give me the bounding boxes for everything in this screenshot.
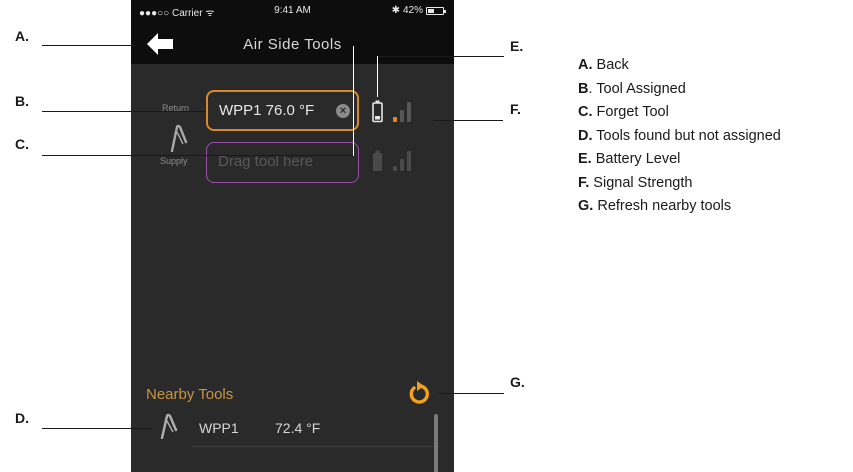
legend-item-tools-found: D. Tools found but not assigned bbox=[578, 127, 781, 144]
page-title: Air Side Tools bbox=[243, 36, 342, 53]
scrollbar[interactable] bbox=[434, 414, 438, 472]
callout-a: A. bbox=[15, 28, 29, 44]
signal-strength-icon-supply bbox=[393, 151, 411, 171]
nearby-tools-heading: Nearby Tools bbox=[146, 386, 234, 403]
callout-line-e bbox=[378, 56, 504, 58]
status-battery-icon bbox=[426, 6, 446, 15]
battery-icon-supply bbox=[373, 150, 382, 171]
supply-tool-icon bbox=[168, 124, 188, 157]
nearby-tool-row[interactable]: WPP1 72.4 °F bbox=[191, 410, 439, 447]
callout-line-e-vertical bbox=[377, 56, 379, 97]
assigned-tool-text: WPP1 76.0 °F bbox=[219, 102, 315, 119]
callout-line-c bbox=[42, 155, 354, 157]
nearby-tool-value: 72.4 °F bbox=[275, 420, 321, 436]
battery-icon-return bbox=[372, 100, 383, 123]
supply-label: Supply bbox=[160, 156, 188, 166]
callout-line-f bbox=[433, 120, 503, 122]
signal-strength-icon-return bbox=[393, 102, 411, 122]
battery-percent: 42% bbox=[402, 5, 423, 16]
nearby-tool-name: WPP1 bbox=[199, 420, 239, 436]
legend: A. Back B. Tool Assigned C. Forget Tool … bbox=[578, 57, 781, 222]
callout-e: E. bbox=[510, 38, 524, 54]
return-tool-slot[interactable]: WPP1 76.0 °F × bbox=[206, 90, 359, 131]
bluetooth-icon: ✱ bbox=[391, 5, 400, 16]
callout-line-d bbox=[42, 428, 152, 430]
legend-item-forget-tool: C. Forget Tool bbox=[578, 104, 669, 120]
probe-tool-icon[interactable] bbox=[158, 413, 178, 444]
legend-item-back: A. Back bbox=[578, 57, 629, 73]
legend-item-tool-assigned: B. Tool Assigned bbox=[578, 80, 686, 97]
legend-item-signal-strength: F. Signal Strength bbox=[578, 174, 693, 191]
callout-line-g bbox=[438, 393, 504, 395]
callout-b: B. bbox=[15, 93, 29, 109]
legend-item-refresh: G. Refresh nearby tools bbox=[578, 198, 732, 214]
callout-d: D. bbox=[15, 410, 29, 426]
callout-line-a bbox=[42, 45, 137, 47]
nav-bar: Air Side Tools bbox=[131, 22, 454, 64]
refresh-icon[interactable] bbox=[408, 381, 430, 405]
callout-line-b bbox=[42, 111, 206, 113]
phone-screen: ●●●○○ Carrier ᯤ 9:41 AM ✱ 42% Air Side T… bbox=[131, 0, 454, 472]
status-bar: ●●●○○ Carrier ᯤ 9:41 AM ✱ 42% bbox=[131, 0, 454, 22]
callout-line-c-vertical bbox=[353, 46, 355, 156]
callout-c: C. bbox=[15, 136, 29, 152]
status-right: ✱ 42% bbox=[391, 5, 446, 16]
forget-tool-icon[interactable]: × bbox=[336, 104, 350, 118]
callout-g: G. bbox=[510, 374, 525, 390]
legend-item-battery-level: E. Battery Level bbox=[578, 151, 681, 167]
supply-tool-slot[interactable]: Drag tool here bbox=[206, 142, 359, 183]
callout-f: F. bbox=[510, 101, 521, 117]
